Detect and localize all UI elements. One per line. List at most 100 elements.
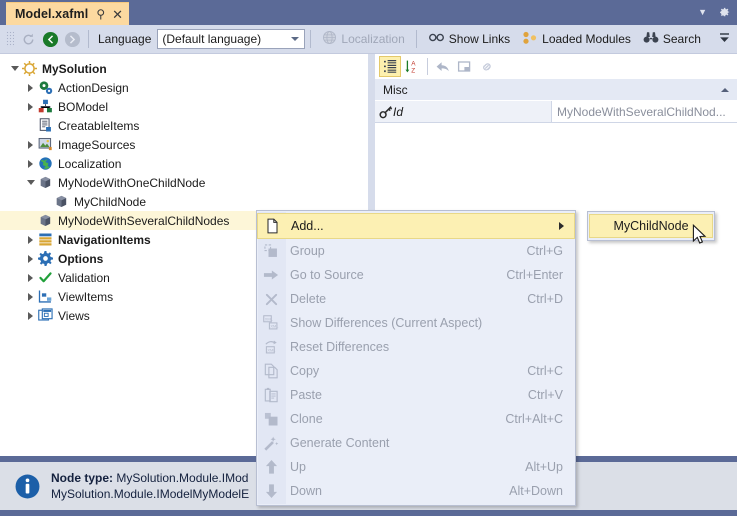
context-menu-item-down[interactable]: Down Alt+Down [257,479,575,503]
context-menu-item-up[interactable]: Up Alt+Up [257,455,575,479]
chevron-down-icon[interactable]: ▼ [698,8,707,17]
chevron-up-icon[interactable] [721,87,729,92]
expander-collapsed-icon[interactable] [24,230,37,249]
window-title-bar: Model.xafml ⚲ ✕ ▼ [0,0,737,25]
expander-collapsed-icon[interactable] [24,97,37,116]
refresh-icon[interactable] [17,28,39,50]
mouse-cursor-icon [692,223,708,250]
bomodel-icon [37,99,54,115]
context-menu-item-show-differences-current-aspect[interactable]: XML XML Show Differences (Current Aspect) [257,311,575,335]
context-menu-item-add[interactable]: Add... [257,213,575,239]
context-menu-item-label: Delete [290,292,327,306]
tree-node-mychildnode[interactable]: MyChildNode [0,192,368,211]
expander-collapsed-icon[interactable] [24,287,37,306]
close-icon[interactable]: ✕ [112,8,123,21]
document-tab-model-xafml[interactable]: Model.xafml ⚲ ✕ [6,2,130,25]
key-icon [379,105,393,122]
context-menu-item-label: Copy [290,364,320,378]
delete-x-icon [257,288,285,310]
property-name-label: Id [393,104,404,119]
arrow-down-icon [257,480,285,502]
localization-button[interactable]: Localization [316,27,410,51]
show-links-button[interactable]: Show Links [422,27,516,51]
tree-node-label: NavigationItems [58,232,151,247]
back-arrow-icon[interactable] [39,28,61,50]
chevron-down-icon[interactable] [291,37,300,41]
tree-node-localization[interactable]: Localization [0,154,368,173]
reset-arrow-icon [432,56,454,77]
property-category-misc[interactable]: Misc [375,79,737,101]
show-differences-icon: XML XML [257,312,285,334]
toolbar-grip[interactable] [6,31,14,47]
expander-collapsed-icon[interactable] [24,249,37,268]
expander-expanded-icon[interactable] [24,173,37,192]
globe-icon [37,156,54,172]
property-value-label: MyNodeWithSeveralChildNod... [557,104,726,119]
property-rows: Id MyNodeWithSeveralChildNod... [375,101,737,123]
context-menu-item-label: Add... [291,219,324,233]
status-line-1-value: MySolution.Module.IMod [116,471,249,485]
tree-node-mysolution[interactable]: MySolution [0,59,368,78]
context-menu-item-clone[interactable]: Clone Ctrl+Alt+C [257,407,575,431]
context-menu-item-delete[interactable]: Delete Ctrl+D [257,287,575,311]
tree-node-label: ActionDesign [58,80,129,95]
localization-label: Localization [341,32,405,46]
language-label: Language [98,32,152,46]
status-line-1-label: Node type: [51,471,114,485]
toolbar-separator [427,58,428,75]
tree-node-bomodel[interactable]: BOModel [0,97,368,116]
globe-icon [322,30,337,48]
language-select[interactable]: (Default language) [157,29,306,49]
loaded-modules-label: Loaded Modules [542,32,631,46]
expander-collapsed-icon[interactable] [24,268,37,287]
context-menu-item-reset-differences[interactable]: XML Reset Differences [257,335,575,359]
cube-icon [37,213,54,229]
context-menu-item-label: Show Differences (Current Aspect) [290,316,483,330]
expander-collapsed-icon[interactable] [24,78,37,97]
expander-expanded-icon[interactable] [8,59,21,78]
visual-studio-model-editor-window: Model.xafml ⚲ ✕ ▼ Language (Default lang… [0,0,737,516]
property-row[interactable]: Id MyNodeWithSeveralChildNod... [375,101,737,123]
loaded-modules-button[interactable]: Loaded Modules [516,27,637,51]
search-button[interactable]: Search [637,27,707,51]
context-menu-item-paste[interactable]: Paste Ctrl+V [257,383,575,407]
context-menu-item-shortcut: Ctrl+C [527,364,563,378]
tree-node-mynodewithonechildnode[interactable]: MyNodeWithOneChildNode [0,173,368,192]
tree-node-label: MyNodeWithOneChildNode [58,175,206,190]
sort-alphabetical-icon[interactable]: A Z [401,56,423,77]
context-menu: Add... Group Ctrl+G Go to Source Ctrl+Enter D… [256,210,576,506]
modules-icon [522,31,538,48]
expander-collapsed-icon[interactable] [24,306,37,325]
context-menu-item-group[interactable]: Group Ctrl+G [257,239,575,263]
context-menu-item-shortcut: Ctrl+G [526,244,563,258]
pin-icon[interactable]: ⚲ [96,8,105,20]
tree-node-label: Validation [58,270,110,285]
context-menu-item-generate-content[interactable]: Generate Content [257,431,575,455]
gear-icon[interactable] [716,5,731,20]
context-menu-item-label: Go to Source [290,268,364,282]
editor-toolbar: Language (Default language) Localization [0,25,737,54]
context-menu-item-shortcut: Ctrl+Alt+C [505,412,563,426]
context-menu-item-go-to-source[interactable]: Go to Source Ctrl+Enter [257,263,575,287]
toolbar-overflow-icon[interactable] [718,31,731,45]
categorized-view-icon[interactable] [379,56,401,77]
tree-node-creatableitems[interactable]: CreatableItems [0,116,368,135]
generate-content-icon [257,432,285,454]
clone-icon [257,408,285,430]
tab-title: Model.xafml [15,7,89,21]
context-menu-item-shortcut: Ctrl+D [527,292,563,306]
context-menu-item-label: Up [290,460,306,474]
tree-node-actiondesign[interactable]: ActionDesign [0,78,368,97]
expander-collapsed-icon[interactable] [24,135,37,154]
svg-text:XML: XML [267,347,276,352]
search-label: Search [662,32,701,46]
check-icon [37,270,54,286]
context-menu-item-copy[interactable]: Copy Ctrl+C [257,359,575,383]
expander-collapsed-icon[interactable] [24,154,37,173]
tree-node-imagesources[interactable]: ImageSources [0,135,368,154]
property-value-cell[interactable]: MyNodeWithSeveralChildNod... [552,101,737,123]
status-line-1: Node type: MySolution.Module.IMod [51,470,249,486]
views-icon [37,308,54,324]
